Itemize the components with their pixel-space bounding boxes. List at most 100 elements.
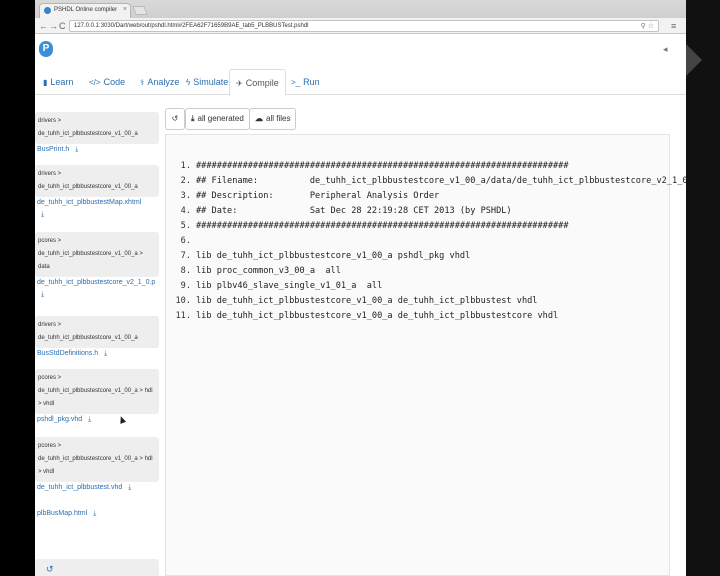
logo[interactable]: P [39, 41, 53, 57]
tab-run[interactable]: >_ Run [285, 69, 326, 95]
refresh-icon: ↺ [171, 114, 179, 123]
list-item: pcores > de_tuhh_ict_plbbustestcore_v1_0… [35, 232, 159, 299]
line-number: 8. [180, 266, 191, 276]
close-tab-icon[interactable]: × [123, 6, 127, 13]
browser-window: PSHDL Online compiler × ← → C 127.0.0.1:… [35, 0, 686, 576]
path-segment: drivers > [38, 322, 62, 328]
download-icon[interactable]: ⤓ [128, 482, 131, 494]
recompile-button[interactable]: ↺ [165, 108, 185, 130]
file-path: pcores > de_tuhh_ict_plbbustestcore_v1_0… [35, 369, 159, 414]
cloud-download-icon: ☁ [255, 114, 263, 123]
path-segment: > vhdl [38, 401, 55, 407]
screen: PSHDL Online compiler × ← → C 127.0.0.1:… [0, 0, 720, 576]
download-icon[interactable]: ⤓ [75, 144, 78, 156]
line-number: 1. [180, 161, 191, 171]
file-link[interactable]: de_tuhh_ict_plbbustestcore_v2_1_0.p [35, 277, 159, 289]
file-path: drivers > de_tuhh_ict_plbbustestcore_v1_… [35, 316, 159, 348]
code-line: 11. lib de_tuhh_ict_plbbustestcore_v1_00_… [174, 309, 686, 324]
file-path: pcores > de_tuhh_ict_plbbustestcore_v1_0… [35, 232, 159, 277]
file-name: BusPrint.h [37, 146, 70, 153]
rocket-icon: ✈ [236, 79, 243, 88]
line-text: lib de_tuhh_ict_plbbustestcore_v1_00_a d… [196, 296, 538, 306]
code-lines: 1. ######################################… [174, 159, 686, 324]
line-text: ########################################… [196, 221, 569, 231]
list-item: pcores > de_tuhh_ict_plbbustestcore_v1_0… [35, 437, 159, 494]
path-segment: de_tuhh_ict_plbbustestcore_v1_00_a > hdl [38, 456, 153, 462]
code-line: 3. ## Description: Peripheral Analysis Or… [174, 189, 686, 204]
file-link[interactable]: de_tuhh_ict_plbbustestMap.xhtml [35, 197, 159, 209]
code-line: 8. lib proc_common_v3_00_a all [174, 264, 686, 279]
path-segment: de_tuhh_ict_plbbustestcore_v1_00_a [38, 335, 138, 341]
app: P ◂ ▮ Learn </> Code ⚕ Analyze ϟ Simulate ✈ C… [35, 35, 686, 576]
tab-compile[interactable]: ✈ Compile [229, 69, 286, 96]
path-segment: drivers > [38, 118, 62, 124]
code-line: 4. ## Date: Sat Dec 28 22:19:28 CET 2013 … [174, 204, 686, 219]
line-text: lib proc_common_v3_00_a all [196, 266, 341, 276]
download-icon[interactable]: ⤓ [88, 414, 91, 426]
refresh-files-button[interactable]: ↺ [35, 559, 159, 576]
path-segment: pcores > [38, 238, 62, 244]
file-name: de_tuhh_ict_plbbustestcore_v2_1_0.p [37, 279, 156, 286]
new-tab-button[interactable] [132, 6, 148, 15]
file-link[interactable]: plbBusMap.html ⤓ [35, 508, 159, 520]
path-segment: drivers > [38, 171, 62, 177]
code-view[interactable]: 1. ######################################… [165, 134, 686, 576]
desktop-background [686, 0, 720, 576]
file-name: pshdl_pkg.vhd [37, 416, 83, 423]
line-number: 6. [180, 236, 191, 246]
path-segment: pcores > [38, 443, 62, 449]
code-line: 1. ######################################… [174, 159, 686, 174]
stethoscope-icon: ⚕ [140, 78, 145, 87]
file-name: BusStdDefinitions.h [37, 350, 99, 357]
tab-simulate[interactable]: ϟ Simulate [180, 69, 234, 95]
path-segment: > vhdl [38, 469, 55, 475]
line-text: ## Filename: de_tuhh_ict_plbbustestcore_… [196, 176, 686, 186]
nav-tabs: ▮ Learn </> Code ⚕ Analyze ϟ Simulate ✈ Compi… [35, 69, 686, 96]
line-text: lib plbv46_slave_single_v1_01_a all [196, 281, 383, 291]
code-line: 5. ######################################… [174, 219, 686, 234]
button-label: all files [266, 114, 291, 123]
file-link[interactable]: BusStdDefinitions.h ⤓ [35, 348, 159, 360]
line-text: ## Date: Sat Dec 28 22:19:28 CET 2013 (b… [196, 206, 512, 216]
bookmark-icon[interactable]: ⚲ ☆ [641, 22, 654, 31]
address-bar[interactable]: 127.0.0.1:3030/Dart/web/out/pshdl.html#2… [69, 20, 659, 32]
book-icon: ▮ [43, 78, 48, 87]
forward-icon[interactable]: → [49, 19, 58, 33]
file-link[interactable]: BusPrint.h ⤓ [35, 144, 159, 156]
tab-learn[interactable]: ▮ Learn [37, 69, 79, 95]
download-icon[interactable]: ⤓ [41, 291, 159, 299]
tab-analyze[interactable]: ⚕ Analyze [134, 69, 185, 95]
download-icon[interactable]: ⤓ [41, 211, 159, 219]
download-icon[interactable]: ⤓ [93, 508, 96, 520]
button-label: all generated [197, 114, 244, 123]
toggle-icon[interactable]: ◂ [663, 44, 668, 55]
code-line: 7. lib de_tuhh_ict_plbbustestcore_v1_00_a… [174, 249, 686, 264]
path-segment: data [38, 264, 50, 270]
code-line: 9. lib plbv46_slave_single_v1_01_a all [174, 279, 686, 294]
line-text: lib de_tuhh_ict_plbbustestcore_v1_00_a d… [196, 311, 559, 321]
file-path: drivers > de_tuhh_ict_plbbustestcore_v1_… [35, 112, 159, 144]
path-segment: de_tuhh_ict_plbbustestcore_v1_00_a > hdl [38, 388, 153, 394]
reload-icon[interactable]: C [59, 19, 66, 33]
download-all-generated-button[interactable]: ⤓ all generated [185, 108, 250, 130]
file-path: drivers > de_tuhh_ict_plbbustestcore_v1_… [35, 165, 159, 197]
bolt-icon: ϟ [186, 78, 191, 87]
back-icon[interactable]: ← [39, 19, 48, 33]
code-line: 6. [174, 234, 686, 249]
file-name: de_tuhh_ict_plbbustestMap.xhtml [37, 199, 142, 206]
list-item: plbBusMap.html ⤓ [35, 508, 159, 520]
download-all-files-button[interactable]: ☁ all files [249, 108, 297, 130]
file-link[interactable]: pshdl_pkg.vhd ⤓ [35, 414, 159, 426]
download-icon[interactable]: ⤓ [104, 348, 107, 360]
tab-strip: PSHDL Online compiler × [35, 0, 686, 18]
line-number: 4. [180, 206, 191, 216]
browser-tab[interactable]: PSHDL Online compiler × [39, 3, 131, 18]
tab-label: Compile [245, 78, 279, 88]
tab-label: Simulate [193, 77, 229, 87]
tab-code[interactable]: </> Code [83, 69, 131, 95]
file-link[interactable]: de_tuhh_ict_plbbustest.vhd ⤓ [35, 482, 159, 494]
path-segment: pcores > [38, 375, 62, 381]
menu-icon[interactable]: ≡ [671, 21, 676, 31]
line-number: 2. [180, 176, 191, 186]
list-item: pcores > de_tuhh_ict_plbbustestcore_v1_0… [35, 369, 159, 426]
